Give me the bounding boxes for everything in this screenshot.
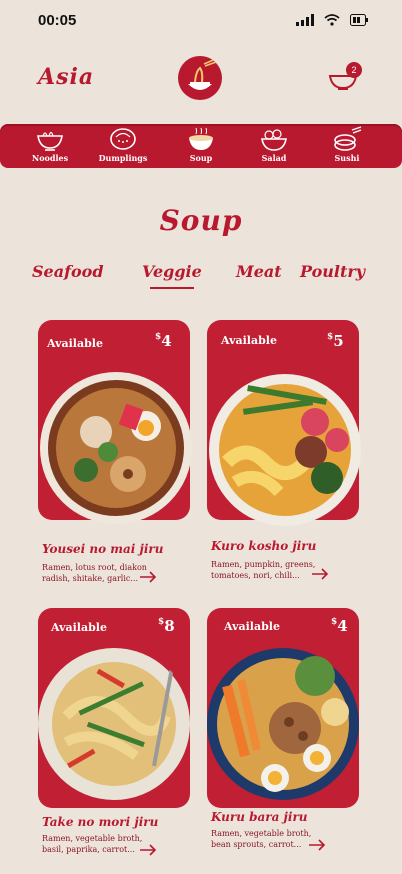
arrow-right-icon[interactable]	[139, 571, 157, 583]
status-bar: 00:05	[0, 0, 402, 44]
cart-button[interactable]: 2	[326, 62, 362, 92]
arrow-right-icon[interactable]	[308, 839, 326, 851]
salad-icon	[261, 129, 287, 151]
dish-image	[38, 646, 190, 800]
availability-label: Available	[221, 334, 277, 347]
brand-title[interactable]: Asia	[38, 64, 94, 90]
product-description: Ramen, vegetable broth, basil, paprika, …	[42, 834, 143, 854]
soup-bowl-icon	[189, 127, 213, 150]
dumplings-icon	[110, 128, 136, 150]
wifi-icon	[324, 14, 340, 26]
tab-meat[interactable]: Meat	[236, 262, 282, 281]
tab-veggie[interactable]: Veggie	[142, 262, 202, 289]
category-soup[interactable]: Soup	[171, 126, 231, 168]
price-label: $5	[327, 332, 344, 350]
product-description: Ramen, pumpkin, greens, tomatoes, nori, …	[211, 560, 316, 580]
price-label: $4	[155, 332, 172, 350]
arrow-right-icon[interactable]	[311, 568, 329, 580]
signal-icon	[296, 14, 314, 26]
category-bar: Noodles Dumplings Soup Salad Sushi	[0, 124, 402, 168]
category-label: Soup	[189, 153, 213, 163]
category-dumplings[interactable]: Dumplings	[93, 126, 153, 168]
product-name: Take no mori jiru	[42, 815, 159, 829]
filter-tabs: Seafood Veggie Meat Poultry	[0, 262, 402, 292]
category-sushi[interactable]: Sushi	[317, 126, 377, 168]
noodles-bowl-icon	[37, 131, 63, 151]
status-time: 00:05	[38, 12, 77, 29]
dish-image	[40, 372, 192, 524]
category-label: Salad	[261, 153, 287, 163]
cart-count-badge: 2	[346, 62, 362, 78]
product-description: Ramen, lotus root, diakon radish, shitak…	[42, 563, 147, 583]
status-icons	[296, 14, 368, 26]
price-label: $8	[158, 617, 175, 635]
category-label: Dumplings	[98, 153, 148, 163]
category-label: Sushi	[334, 153, 360, 163]
dish-image	[209, 374, 361, 526]
price-label: $4	[331, 617, 348, 635]
category-salad[interactable]: Salad	[244, 126, 304, 168]
category-noodles[interactable]: Noodles	[20, 126, 80, 168]
dish-image	[207, 648, 359, 800]
product-description: Ramen, vegetable broth, bean sprouts, ca…	[211, 829, 312, 849]
tab-poultry[interactable]: Poultry	[300, 262, 365, 281]
battery-icon	[350, 14, 368, 26]
logo-icon[interactable]	[178, 56, 222, 100]
category-label: Noodles	[31, 153, 69, 163]
sushi-icon	[334, 126, 362, 151]
availability-label: Available	[51, 621, 107, 634]
availability-label: Available	[224, 620, 280, 633]
product-name: Kuro kosho jiru	[211, 539, 317, 553]
availability-label: Available	[47, 337, 103, 350]
product-name: Yousei no mai jiru	[42, 542, 164, 556]
product-name: Kuru bara jiru	[211, 810, 308, 824]
arrow-right-icon[interactable]	[139, 844, 157, 856]
tab-seafood[interactable]: Seafood	[32, 262, 104, 281]
section-title: Soup	[159, 204, 243, 237]
